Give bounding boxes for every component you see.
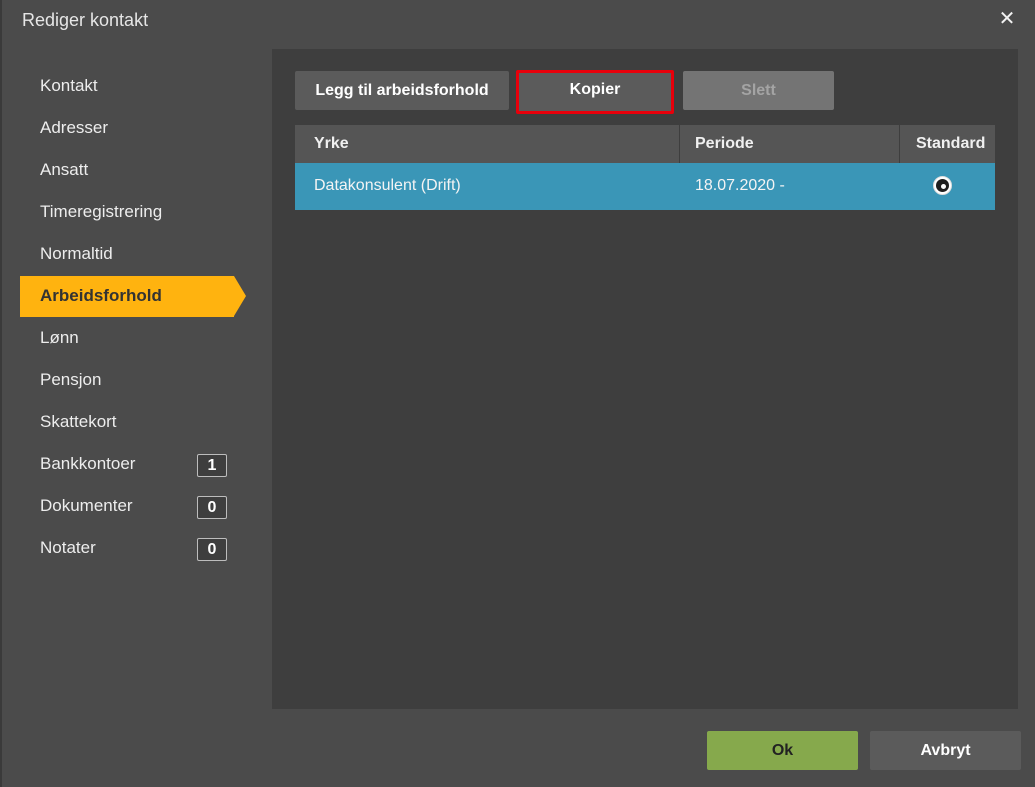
- dialog-title: Rediger kontakt: [22, 10, 149, 30]
- sidebar-item-label: Lønn: [40, 328, 79, 347]
- sidebar-item-bankkontoer[interactable]: Bankkontoer 1: [20, 444, 250, 485]
- table-row[interactable]: Datakonsulent (Drift) 18.07.2020 -: [295, 163, 995, 210]
- add-employment-button[interactable]: Legg til arbeidsforhold: [295, 71, 509, 110]
- sidebar-nav: Kontakt Adresser Ansatt Timeregistrering…: [20, 66, 250, 570]
- edit-contact-dialog: Rediger kontakt ✕ Kontakt Adresser Ansat…: [0, 0, 1035, 787]
- sidebar-item-normaltid[interactable]: Normaltid: [20, 234, 250, 275]
- sidebar-item-skattekort[interactable]: Skattekort: [20, 402, 250, 443]
- sidebar-item-label: Normaltid: [40, 244, 113, 263]
- sidebar-item-arbeidsforhold[interactable]: Arbeidsforhold: [20, 276, 246, 317]
- sidebar-item-label: Skattekort: [40, 412, 117, 431]
- cancel-button[interactable]: Avbryt: [870, 731, 1021, 770]
- sidebar-item-label: Arbeidsforhold: [40, 286, 162, 305]
- sidebar-item-ansatt[interactable]: Ansatt: [20, 150, 250, 191]
- radio-selected-dot: [941, 184, 946, 189]
- sidebar-item-adresser[interactable]: Adresser: [20, 108, 250, 149]
- cell-yrke: Datakonsulent (Drift): [314, 177, 461, 194]
- column-divider: [679, 125, 680, 163]
- column-header-yrke[interactable]: Yrke: [314, 135, 349, 153]
- employment-table: Yrke Periode Standard Datakonsulent (Dri…: [295, 125, 995, 210]
- table-header: Yrke Periode Standard: [295, 125, 995, 163]
- standard-radio[interactable]: [933, 176, 952, 195]
- column-divider: [899, 125, 900, 163]
- sidebar-item-label: Ansatt: [40, 160, 89, 179]
- close-icon[interactable]: ✕: [997, 8, 1017, 30]
- delete-button[interactable]: Slett: [683, 71, 834, 110]
- sidebar-item-pensjon[interactable]: Pensjon: [20, 360, 250, 401]
- sidebar-item-dokumenter[interactable]: Dokumenter 0: [20, 486, 250, 527]
- copy-button[interactable]: Kopier: [516, 70, 674, 114]
- sidebar-item-kontakt[interactable]: Kontakt: [20, 66, 250, 107]
- sidebar-item-notater[interactable]: Notater 0: [20, 528, 250, 569]
- count-badge: 0: [197, 538, 227, 561]
- sidebar-item-lonn[interactable]: Lønn: [20, 318, 250, 359]
- sidebar-item-timeregistrering[interactable]: Timeregistrering: [20, 192, 250, 233]
- sidebar-item-label: Notater: [40, 538, 96, 557]
- sidebar-item-label: Adresser: [40, 118, 109, 137]
- column-header-standard[interactable]: Standard: [916, 135, 985, 153]
- cell-periode: 18.07.2020 -: [695, 177, 785, 194]
- sidebar-item-label: Kontakt: [40, 76, 98, 95]
- sidebar-item-label: Bankkontoer: [40, 454, 136, 473]
- sidebar-item-label: Dokumenter: [40, 496, 133, 515]
- content-panel: Legg til arbeidsforhold Kopier Slett Yrk…: [272, 49, 1018, 709]
- dialog-titlebar: Rediger kontakt ✕: [2, 0, 1035, 40]
- column-header-periode[interactable]: Periode: [695, 135, 754, 153]
- sidebar-item-label: Pensjon: [40, 370, 102, 389]
- count-badge: 0: [197, 496, 227, 519]
- count-badge: 1: [197, 454, 227, 477]
- ok-button[interactable]: Ok: [707, 731, 858, 770]
- sidebar-item-label: Timeregistrering: [40, 202, 163, 221]
